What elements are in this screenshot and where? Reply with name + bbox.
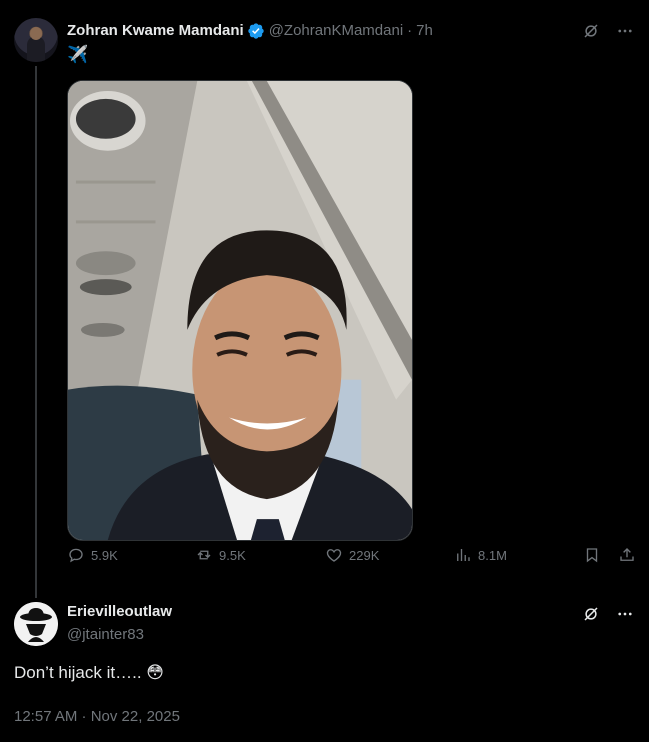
- like-button[interactable]: 229K: [325, 546, 379, 564]
- views-icon: [457, 549, 470, 561]
- tweet-text: ✈️: [67, 45, 89, 64]
- tweet-time[interactable]: 7h: [416, 21, 433, 41]
- share-button[interactable]: [618, 546, 636, 564]
- author-name[interactable]: Zohran Kwame Mamdani: [67, 21, 244, 41]
- author-avatar[interactable]: [14, 18, 58, 62]
- reply-text: Don’t hijack it….. 😳: [14, 663, 164, 682]
- views-count: 8.1M: [478, 547, 507, 563]
- reply-author-name[interactable]: Erievilleoutlaw: [67, 603, 172, 620]
- reply-count: 5.9K: [91, 547, 118, 563]
- like-icon: [326, 549, 342, 562]
- reply-icon: [69, 548, 83, 563]
- tweet-photo[interactable]: [67, 80, 413, 541]
- verified-badge-icon: [247, 22, 265, 40]
- bookmark-button[interactable]: [583, 546, 601, 564]
- grok-icon[interactable]: [581, 21, 601, 41]
- more-icon[interactable]: [615, 21, 635, 41]
- more-icon[interactable]: [615, 604, 635, 624]
- share-icon: [620, 548, 634, 561]
- grok-icon[interactable]: [581, 604, 601, 624]
- reply-author-avatar[interactable]: [14, 602, 58, 646]
- reply-author-handle[interactable]: @jtainter83: [67, 626, 144, 643]
- views-button[interactable]: 8.1M: [454, 546, 507, 564]
- thread-connector-line: [35, 66, 37, 598]
- separator-dot: ·: [407, 22, 413, 39]
- bookmark-icon: [586, 548, 598, 563]
- retweet-button[interactable]: 9.5K: [195, 546, 246, 564]
- tweet-header: Zohran Kwame Mamdani @ZohranKMamdani · 7…: [67, 21, 433, 41]
- reply-top-actions: [581, 604, 635, 624]
- retweet-icon: [197, 550, 211, 560]
- reply-button[interactable]: 5.9K: [67, 546, 118, 564]
- author-handle[interactable]: @ZohranKMamdani: [269, 21, 403, 41]
- tweet-top-actions: [581, 21, 635, 41]
- reply-timestamp[interactable]: 12:57 AM · Nov 22, 2025: [14, 708, 180, 725]
- like-count: 229K: [349, 547, 380, 563]
- retweet-count: 9.5K: [219, 547, 246, 563]
